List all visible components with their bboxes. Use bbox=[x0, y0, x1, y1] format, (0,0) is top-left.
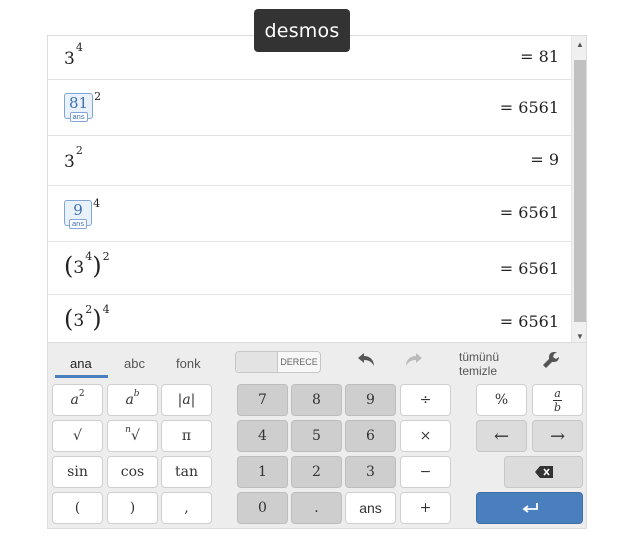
expression: ( 32 ) 4 bbox=[64, 303, 110, 333]
scroll-up-icon[interactable]: ▲ bbox=[576, 40, 584, 49]
enter-key[interactable] bbox=[476, 492, 583, 524]
backspace-icon bbox=[534, 466, 553, 478]
clear-all-button[interactable]: tümünü temizle bbox=[459, 350, 499, 378]
nth-root-key[interactable]: n √ bbox=[107, 420, 158, 452]
digit-0-key[interactable]: 0 bbox=[237, 492, 288, 524]
expression-row[interactable]: 9 ans 4 = 6561 bbox=[48, 186, 571, 242]
result: = 81 bbox=[520, 47, 559, 66]
expression: 9 ans 4 bbox=[64, 197, 100, 229]
digit-7-key[interactable]: 7 bbox=[237, 384, 288, 416]
right-paren-key[interactable]: ) bbox=[107, 492, 158, 524]
plus-key[interactable]: + bbox=[400, 492, 451, 524]
digit-1-key[interactable]: 1 bbox=[237, 456, 288, 488]
expression-row[interactable]: 81 ans 2 = 6561 bbox=[48, 80, 571, 136]
expression: 32 bbox=[64, 144, 83, 172]
scroll-down-icon[interactable]: ▼ bbox=[576, 332, 584, 341]
tab-ana[interactable]: ana bbox=[70, 356, 92, 371]
enter-icon bbox=[522, 503, 538, 513]
absolute-value-key[interactable]: |a| bbox=[161, 384, 212, 416]
tab-abc[interactable]: abc bbox=[124, 356, 145, 371]
wrench-icon[interactable] bbox=[542, 351, 560, 374]
result: = 6561 bbox=[499, 98, 559, 117]
pi-key[interactable]: π bbox=[161, 420, 212, 452]
a-power-b-key[interactable]: ab bbox=[107, 384, 158, 416]
degree-label: DERECE bbox=[280, 357, 318, 367]
degree-toggle[interactable]: DERECE bbox=[235, 351, 321, 373]
result: = 6561 bbox=[499, 259, 559, 278]
expression: 81 ans 2 bbox=[64, 90, 101, 122]
digit-4-key[interactable]: 4 bbox=[237, 420, 288, 452]
redo-icon[interactable] bbox=[404, 352, 426, 373]
digit-9-key[interactable]: 9 bbox=[345, 384, 396, 416]
expression-list[interactable]: 34 = 81 81 ans 2 = 6561 32 = 9 9 ans 4 =… bbox=[47, 35, 587, 342]
expression-row[interactable]: ( 34 ) 2 = 6561 bbox=[48, 242, 571, 295]
multiply-key[interactable]: × bbox=[400, 420, 451, 452]
ans-reference[interactable]: 81 ans bbox=[64, 93, 94, 122]
scroll-thumb[interactable] bbox=[574, 60, 586, 322]
cursor-right-key[interactable]: → bbox=[532, 420, 583, 452]
desmos-logo: desmos bbox=[254, 9, 350, 52]
minus-key[interactable]: − bbox=[400, 456, 451, 488]
percent-key[interactable]: % bbox=[476, 384, 527, 416]
active-tab-indicator bbox=[55, 375, 108, 378]
keypad: ana abc fonk DERECE tümünü temizle a2 ab… bbox=[47, 342, 587, 529]
digit-6-key[interactable]: 6 bbox=[345, 420, 396, 452]
result: = 6561 bbox=[499, 203, 559, 222]
cos-key[interactable]: cos bbox=[107, 456, 158, 488]
expression: ( 34 ) 2 bbox=[64, 250, 110, 280]
tan-key[interactable]: tan bbox=[161, 456, 212, 488]
sin-key[interactable]: sin bbox=[52, 456, 103, 488]
toggle-knob bbox=[236, 352, 278, 372]
expression: 34 bbox=[64, 41, 83, 69]
sqrt-key[interactable]: √ bbox=[52, 420, 103, 452]
fraction-key[interactable]: ab bbox=[532, 384, 583, 416]
undo-icon[interactable] bbox=[354, 352, 376, 373]
divide-key[interactable]: ÷ bbox=[400, 384, 451, 416]
tab-fonk[interactable]: fonk bbox=[176, 356, 201, 371]
expression-row[interactable]: 32 = 9 bbox=[48, 136, 571, 186]
ans-reference[interactable]: 9 ans bbox=[64, 200, 93, 229]
digit-8-key[interactable]: 8 bbox=[291, 384, 342, 416]
left-paren-key[interactable]: ( bbox=[52, 492, 103, 524]
backspace-key[interactable] bbox=[504, 456, 583, 488]
comma-key[interactable]: , bbox=[161, 492, 212, 524]
expression-row[interactable]: ( 32 ) 4 = 6561 bbox=[48, 295, 571, 342]
ans-key[interactable]: ans bbox=[345, 492, 396, 524]
a-squared-key[interactable]: a2 bbox=[52, 384, 103, 416]
result: = 9 bbox=[530, 150, 559, 169]
digit-5-key[interactable]: 5 bbox=[291, 420, 342, 452]
digit-2-key[interactable]: 2 bbox=[291, 456, 342, 488]
digit-3-key[interactable]: 3 bbox=[345, 456, 396, 488]
result: = 6561 bbox=[499, 312, 559, 331]
scrollbar[interactable]: ▲ ▼ bbox=[571, 36, 586, 342]
cursor-left-key[interactable]: ← bbox=[476, 420, 527, 452]
decimal-point-key[interactable]: . bbox=[291, 492, 342, 524]
